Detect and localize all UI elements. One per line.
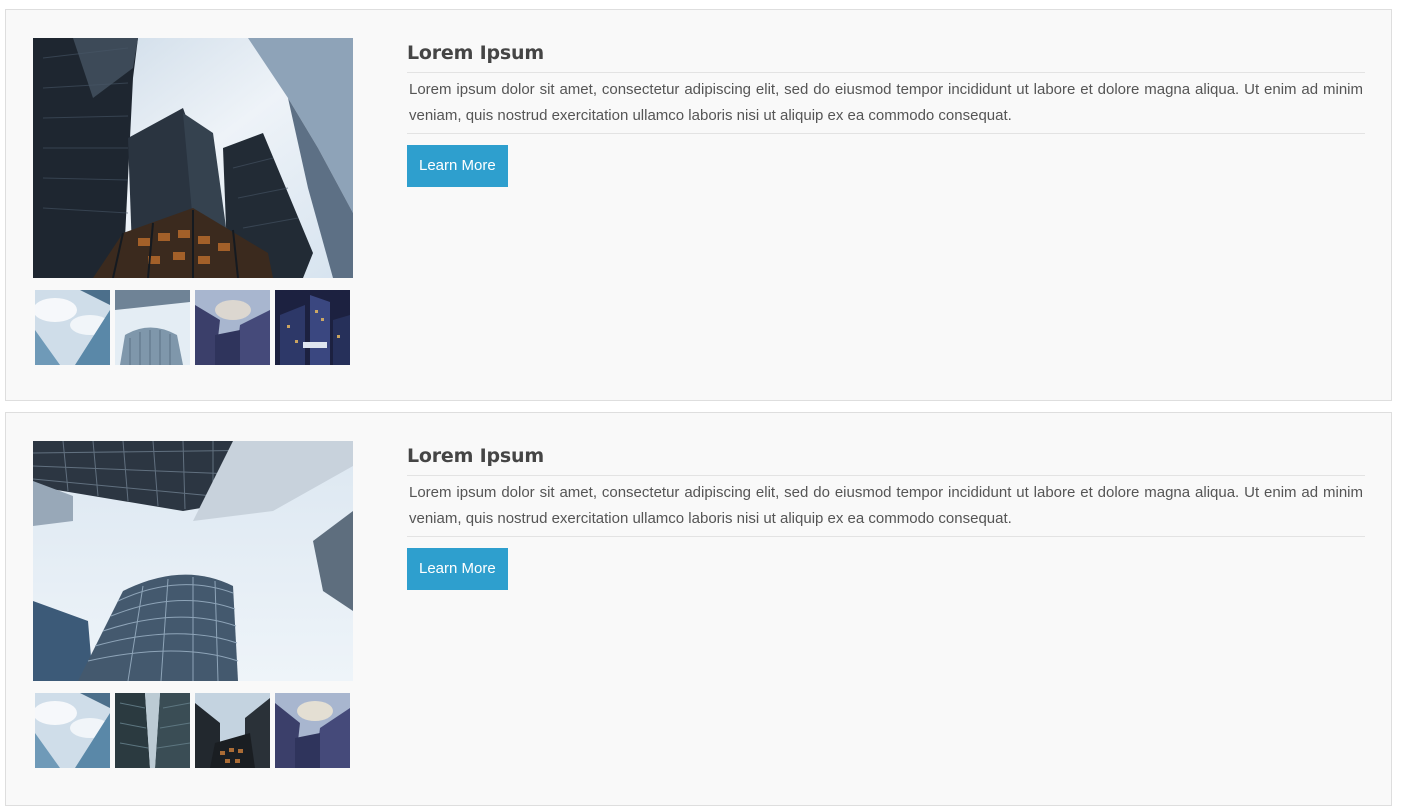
thumbnail-photo[interactable] xyxy=(275,693,350,768)
thumbnail-photo[interactable] xyxy=(115,290,190,365)
main-photo[interactable] xyxy=(33,441,353,681)
learn-more-button[interactable]: Learn More xyxy=(407,548,508,590)
thumbnail-photo[interactable] xyxy=(275,290,350,365)
card-content: Lorem Ipsum Lorem ipsum dolor sit amet, … xyxy=(407,38,1365,187)
main-photo[interactable] xyxy=(33,38,353,278)
product-card: Lorem Ipsum Lorem ipsum dolor sit amet, … xyxy=(5,412,1392,806)
product-card: Lorem Ipsum Lorem ipsum dolor sit amet, … xyxy=(5,9,1392,401)
card-content: Lorem Ipsum Lorem ipsum dolor sit amet, … xyxy=(407,441,1365,590)
card-description: Lorem ipsum dolor sit amet, consectetur … xyxy=(407,73,1365,134)
thumbnail-photo[interactable] xyxy=(195,290,270,365)
thumbnail-photo[interactable] xyxy=(115,693,190,768)
card-title: Lorem Ipsum xyxy=(407,38,1365,73)
card-title: Lorem Ipsum xyxy=(407,441,1365,476)
thumbnail-photo[interactable] xyxy=(195,693,270,768)
card-description: Lorem ipsum dolor sit amet, consectetur … xyxy=(407,476,1365,537)
learn-more-button[interactable]: Learn More xyxy=(407,145,508,187)
thumbnail-photo[interactable] xyxy=(35,290,110,365)
thumbnail-photo[interactable] xyxy=(35,693,110,768)
